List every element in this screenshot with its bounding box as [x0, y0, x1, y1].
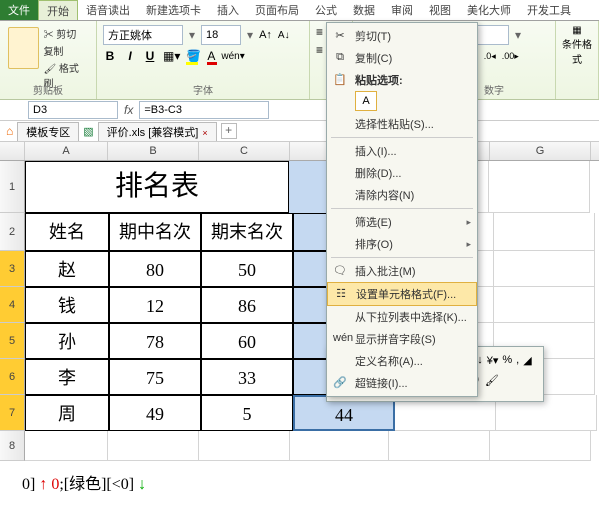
tab-speech[interactable]: 语音读出 [78, 0, 138, 20]
row-header-2[interactable]: 2 [0, 213, 25, 251]
inc-decimal-button[interactable]: .0◂ [484, 51, 496, 62]
mini-more-icon[interactable]: ◢ [523, 354, 531, 367]
scissors-icon: ✂ [333, 29, 347, 43]
ctx-sort[interactable]: 排序(O)▸ [327, 233, 477, 255]
mini-currency-icon[interactable]: ¥▾ [487, 354, 499, 367]
title-cell[interactable]: 排名表 [25, 161, 289, 213]
hdr-final[interactable]: 期末名次 [201, 213, 293, 251]
excel-icon: ▧ [83, 125, 93, 138]
shrink-font-icon[interactable]: A↓ [278, 30, 290, 41]
tab-file[interactable]: 文件 [0, 0, 38, 20]
row-header-4[interactable]: 4 [0, 287, 25, 323]
hdr-name[interactable]: 姓名 [25, 213, 109, 251]
row-header-3[interactable]: 3 [0, 251, 25, 287]
format-cells-icon: ☷ [334, 287, 348, 301]
font-name-select[interactable] [103, 25, 183, 45]
copy-icon: ⧉ [333, 51, 347, 65]
ctx-dropdown-pick[interactable]: 从下拉列表中选择(K)... [327, 306, 477, 328]
clipboard-icon: 📋 [333, 73, 347, 87]
group-clipboard-label: 剪贴板 [0, 82, 96, 97]
row-header-1[interactable]: 1 [0, 161, 25, 213]
ctx-insert[interactable]: 插入(I)... [327, 140, 477, 162]
ctx-format-cells[interactable]: ☷设置单元格格式(F)... [327, 282, 477, 306]
tab-dev[interactable]: 开发工具 [519, 0, 579, 20]
ctx-paste-all[interactable]: A [355, 91, 377, 111]
ctx-paste-options-label: 📋粘贴选项: [327, 69, 477, 91]
tab-insert[interactable]: 插入 [209, 0, 247, 20]
ctx-hyperlink[interactable]: 🔗超链接(I)... [327, 372, 477, 394]
cut-button[interactable]: ✂ 剪切 [41, 25, 90, 42]
row-header-6[interactable]: 6 [0, 359, 25, 395]
scissors-icon: ✂ [43, 30, 53, 41]
italic-button[interactable]: I [123, 49, 137, 63]
tab-beautify[interactable]: 美化大师 [459, 0, 519, 20]
workbook-tab-templates[interactable]: 模板专区 [17, 122, 79, 141]
phonetic-icon: wén [333, 332, 347, 346]
dec-decimal-button[interactable]: .00▸ [502, 51, 519, 62]
row-header-7[interactable]: 7 [0, 395, 25, 431]
col-header-b[interactable]: B [108, 142, 199, 160]
tab-home[interactable]: 开始 [38, 0, 78, 20]
copy-button[interactable]: 复制 [41, 42, 90, 59]
ctx-copy[interactable]: ⧉复制(C) [327, 47, 477, 69]
align-top-icon[interactable]: ≡ [316, 25, 323, 39]
col-header-g[interactable]: G [490, 142, 591, 160]
paste-button[interactable] [8, 27, 39, 69]
ctx-clear[interactable]: 清除内容(N) [327, 184, 477, 206]
ctx-filter[interactable]: 筛选(E)▸ [327, 211, 477, 233]
comment-icon: 🗨 [333, 264, 347, 278]
ctx-paste-special[interactable]: 选择性粘贴(S)... [327, 113, 477, 135]
font-size-select[interactable] [201, 25, 241, 45]
fx-icon[interactable]: fx [124, 103, 133, 117]
ctx-insert-comment[interactable]: 🗨插入批注(M) [327, 260, 477, 282]
ctx-show-phonetic[interactable]: wén显示拼音字段(S) [327, 328, 477, 350]
chevron-right-icon: ▸ [466, 217, 471, 228]
name-box[interactable] [28, 101, 118, 119]
font-color-button[interactable]: A [207, 49, 215, 63]
row-header-8[interactable]: 8 [0, 431, 25, 461]
formula-bar[interactable] [139, 101, 269, 119]
row-header-5[interactable]: 5 [0, 323, 25, 359]
cond-format-button[interactable]: ▦条件格式 [562, 25, 592, 66]
border-button[interactable]: ▦▾ [163, 49, 180, 63]
context-menu: ✂剪切(T) ⧉复制(C) 📋粘贴选项: A 选择性粘贴(S)... 插入(I)… [326, 22, 478, 397]
bold-button[interactable]: B [103, 49, 117, 63]
tab-layout[interactable]: 页面布局 [247, 0, 307, 20]
phonetic-guide-button[interactable]: wén▾ [221, 51, 244, 62]
grow-font-icon[interactable]: A↑ [259, 29, 272, 41]
ctx-cut[interactable]: ✂剪切(T) [327, 25, 477, 47]
link-icon: 🔗 [333, 376, 347, 390]
tab-view[interactable]: 视图 [421, 0, 459, 20]
mini-comma-icon[interactable]: , [516, 354, 519, 366]
mini-fmtpaint-icon[interactable]: 🖌 [485, 374, 499, 387]
chevron-right-icon: ▸ [466, 239, 471, 250]
ctx-delete[interactable]: 删除(D)... [327, 162, 477, 184]
mini-percent-icon[interactable]: % [502, 354, 512, 366]
cell-b3[interactable]: 80 [109, 251, 201, 287]
add-tab-button[interactable]: + [221, 123, 237, 139]
col-header-c[interactable]: C [199, 142, 290, 160]
align-left-icon[interactable]: ≡ [316, 43, 323, 57]
cell-a3[interactable]: 赵 [25, 251, 109, 287]
footer-format-code: 0] ↑ 0;[绿色][<0] ↓ [22, 470, 146, 494]
col-header-a[interactable]: A [25, 142, 108, 160]
tab-formulas[interactable]: 公式 [307, 0, 345, 20]
tab-data[interactable]: 数据 [345, 0, 383, 20]
close-tab-icon[interactable]: × [202, 128, 207, 138]
home-icon[interactable]: ⌂ [6, 124, 13, 138]
select-all-corner[interactable] [0, 142, 25, 160]
brush-icon: 🖌 [43, 64, 56, 75]
tab-review[interactable]: 审阅 [383, 0, 421, 20]
cell-c3[interactable]: 50 [201, 251, 293, 287]
hdr-mid[interactable]: 期中名次 [109, 213, 201, 251]
fill-color-button[interactable]: 🪣 [186, 49, 201, 63]
workbook-tab-file[interactable]: 评价.xls [兼容模式]× [98, 122, 217, 141]
group-font-label: 字体 [97, 82, 309, 97]
ctx-define-name[interactable]: 定义名称(A)... [327, 350, 477, 372]
tab-newtab[interactable]: 新建选项卡 [138, 0, 209, 20]
underline-button[interactable]: U [143, 49, 157, 63]
